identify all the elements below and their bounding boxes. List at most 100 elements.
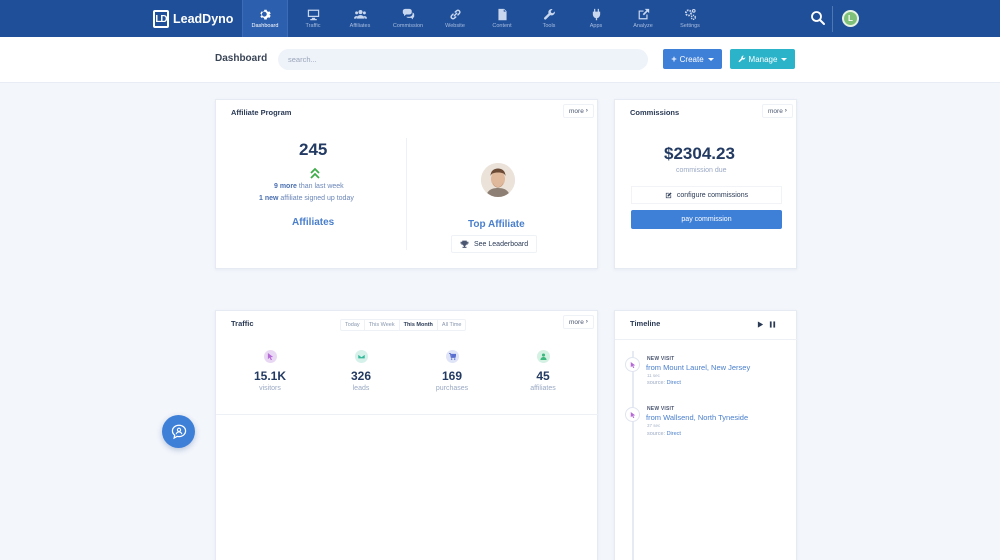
weekly-change-count: 9 more	[274, 183, 297, 190]
top-navigation-bar: LD LeadDyno Dashboard Traffic Affiliates…	[0, 0, 1000, 37]
chevron-right-icon: ›	[585, 319, 588, 325]
weekly-change-suffix: than last week	[298, 183, 344, 190]
nav-item-analyze[interactable]: Analyze	[620, 0, 666, 37]
stat-icon-bg	[354, 350, 368, 363]
double-chevron-up-icon	[310, 167, 320, 179]
search-input[interactable]	[278, 49, 648, 70]
filter-tab-today[interactable]: Today	[341, 320, 365, 330]
stat-icon-bg	[263, 350, 277, 363]
event-source-label: source:	[647, 380, 666, 386]
card-title: Traffic	[231, 319, 254, 328]
chevron-right-icon: ›	[784, 108, 787, 114]
affiliates-link[interactable]: Affiliates	[292, 217, 334, 228]
more-button[interactable]: more ›	[563, 104, 594, 118]
affiliate-count: 245	[299, 140, 328, 159]
nav-item-commission[interactable]: Commission	[385, 0, 431, 37]
timeline-controls	[754, 318, 778, 330]
weekly-change-text: 9 more than last week	[274, 183, 344, 190]
nav-item-tools[interactable]: Tools	[526, 0, 572, 37]
filter-tab-this-week[interactable]: This Week	[365, 320, 400, 330]
nav-item-settings[interactable]: Settings	[667, 0, 713, 37]
affiliate-program-card: Affiliate Program more › 245 9 more than …	[215, 99, 598, 269]
card-title: Commissions	[630, 108, 680, 117]
pause-icon[interactable]	[766, 318, 778, 330]
event-location-link[interactable]: from Wallsend, North Tyneside	[646, 413, 748, 422]
timeline-track	[632, 351, 634, 560]
filter-tab-all-time[interactable]: All Time	[438, 320, 466, 330]
filter-tab-this-month[interactable]: This Month	[400, 320, 438, 330]
trophy-icon	[460, 240, 469, 248]
nav-item-content[interactable]: Content	[479, 0, 525, 37]
manage-button[interactable]: Manage	[730, 49, 795, 69]
app-name: LeadDyno	[173, 12, 234, 26]
more-label: more	[569, 107, 584, 115]
plug-icon	[592, 8, 600, 21]
event-source: source: Direct	[647, 380, 681, 386]
card-title: Affiliate Program	[231, 108, 292, 117]
event-source-label: source:	[647, 431, 666, 437]
plus-icon: +	[671, 54, 677, 64]
section-divider	[615, 339, 798, 340]
configure-commissions-button[interactable]: configure commissions	[631, 186, 782, 204]
nav-label: Analyze	[633, 23, 653, 29]
search-icon[interactable]	[810, 10, 826, 26]
stat-affiliates: 45 affiliates	[498, 350, 588, 392]
more-button[interactable]: more ›	[762, 104, 793, 118]
event-kind: NEW VISIT	[647, 356, 675, 362]
nav-item-apps[interactable]: Apps	[573, 0, 619, 37]
event-source: source: Direct	[647, 431, 681, 437]
more-label: more	[569, 318, 584, 326]
stat-label: leads	[352, 385, 370, 392]
stat-purchases: 169 purchases	[407, 350, 497, 392]
stat-label: purchases	[435, 385, 469, 392]
commissions-card: Commissions more › $2304.23 commission du…	[614, 99, 797, 269]
user-icon	[539, 353, 547, 360]
timeline-event-marker	[625, 407, 640, 422]
configure-label: configure commissions	[676, 191, 749, 199]
more-button[interactable]: more ›	[563, 315, 594, 329]
stat-value: 45	[536, 369, 550, 383]
commission-due-label: commission due	[676, 167, 727, 174]
nav-item-website[interactable]: Website	[432, 0, 478, 37]
cart-icon	[448, 353, 456, 360]
pay-commission-button[interactable]: pay commission	[631, 210, 782, 229]
nav-item-affiliates[interactable]: Affiliates	[337, 0, 383, 37]
nav-item-traffic[interactable]: Traffic	[290, 0, 336, 37]
new-signups-text: 1 new affiliate signed up today	[259, 195, 354, 202]
user-avatar[interactable]: L	[842, 10, 859, 27]
stat-value: 169	[441, 369, 463, 383]
new-signups-count: 1 new	[259, 195, 279, 202]
create-label: Create	[679, 54, 704, 64]
event-kind: NEW VISIT	[647, 406, 675, 412]
leaderboard-label: See Leaderboard	[474, 240, 529, 248]
nav-label: Website	[445, 23, 465, 29]
edit-icon	[665, 191, 672, 198]
create-button[interactable]: + Create	[663, 49, 722, 69]
nav-label: Content	[492, 23, 512, 29]
external-link-icon	[638, 8, 649, 20]
gear-icon	[259, 9, 271, 20]
wrench-icon	[738, 55, 745, 63]
envelope-icon	[357, 354, 365, 359]
monitor-icon	[307, 9, 319, 21]
chat-support-button[interactable]	[162, 415, 195, 448]
nav-label: Affiliates	[349, 23, 371, 29]
event-time: 11 sec	[647, 373, 660, 378]
stat-label: affiliates	[530, 385, 556, 392]
play-icon[interactable]	[754, 318, 766, 330]
app-logo[interactable]: LD LeadDyno	[153, 9, 233, 29]
stat-visitors: 15.1K visitors	[225, 350, 315, 392]
event-source-value: Direct	[666, 380, 681, 386]
traffic-card: Traffic more ›	[215, 310, 599, 560]
users-icon	[353, 10, 367, 19]
nav-label: Tools	[542, 23, 556, 29]
event-location-link[interactable]: from Mount Laurel, New Jersey	[646, 363, 750, 372]
nav-item-dashboard[interactable]: Dashboard	[242, 0, 288, 37]
nav-label: Traffic	[305, 23, 321, 29]
card-title: Timeline	[630, 319, 661, 328]
traffic-date-filter: Today This Week This Month All Time	[340, 319, 467, 331]
page-title: Dashboard	[215, 53, 268, 64]
see-leaderboard-button[interactable]: See Leaderboard	[451, 235, 538, 253]
top-affiliate-link[interactable]: Top Affiliate	[468, 219, 525, 230]
stat-icon-bg	[445, 350, 459, 363]
